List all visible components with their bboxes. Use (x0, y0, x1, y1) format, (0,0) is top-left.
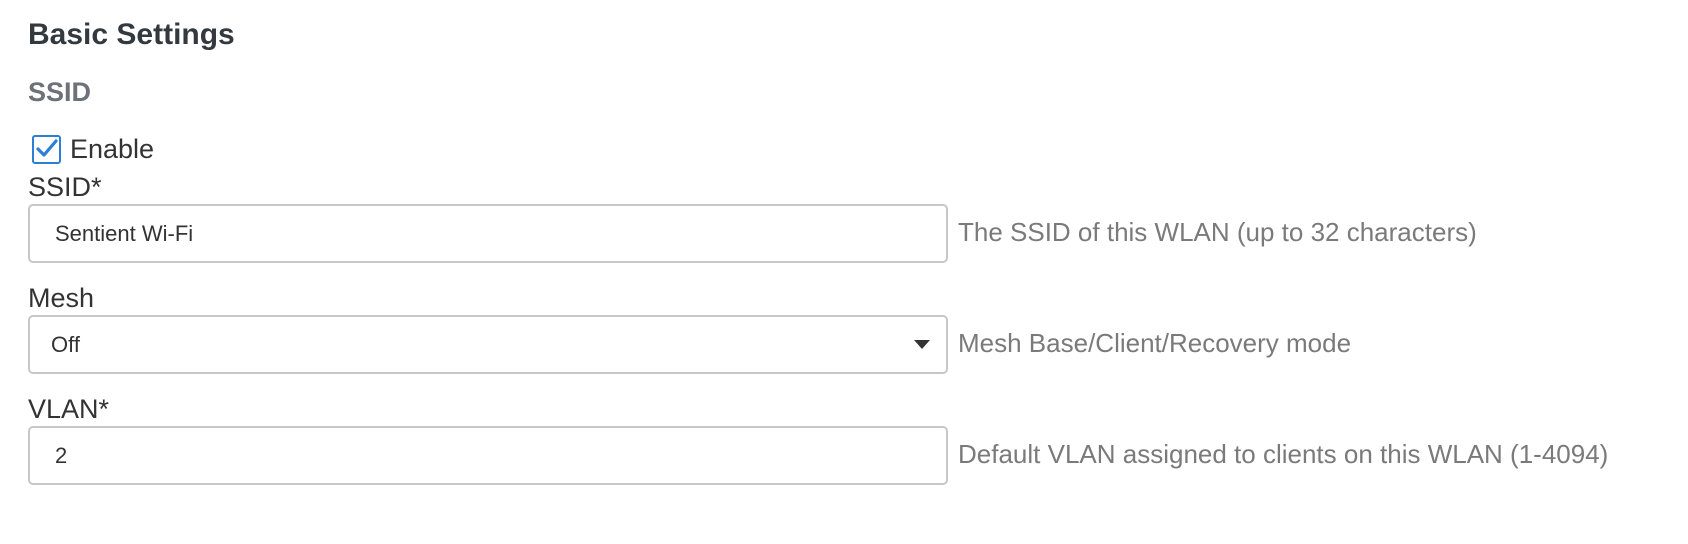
section-title: Basic Settings (28, 18, 235, 51)
caret-down-icon (914, 340, 930, 349)
mesh-help-text: Mesh Base/Client/Recovery mode (958, 328, 1352, 358)
mesh-select[interactable]: Off (28, 315, 948, 374)
basic-settings-page: Basic Settings SSID Enable SSID* The SSI… (0, 0, 1688, 544)
enable-checkbox[interactable] (32, 134, 61, 164)
ssid-section-title: SSID (28, 77, 92, 107)
mesh-select-value: Off (51, 332, 80, 357)
enable-checkbox-row[interactable]: Enable (28, 132, 154, 166)
vlan-field[interactable] (28, 426, 948, 485)
vlan-help-text: Default VLAN assigned to clients on this… (958, 439, 1609, 469)
vlan-input[interactable] (30, 428, 946, 483)
vlan-field-label: VLAN* (28, 394, 110, 424)
mesh-field-label: Mesh (28, 283, 95, 313)
checkmark-icon (35, 139, 58, 157)
ssid-field-label: SSID* (28, 172, 102, 202)
enable-checkbox-label: Enable (70, 134, 155, 164)
ssid-field[interactable] (28, 204, 948, 263)
ssid-help-text: The SSID of this WLAN (up to 32 characte… (958, 217, 1477, 247)
ssid-input[interactable] (30, 206, 946, 261)
